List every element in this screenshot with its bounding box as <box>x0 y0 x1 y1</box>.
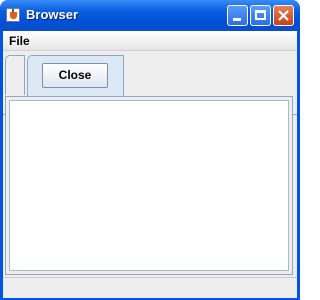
title-bar[interactable]: Browser <box>0 0 300 31</box>
tab-content-frame <box>5 96 293 275</box>
tab-blank[interactable] <box>5 55 25 95</box>
window-client: File Close <box>3 31 297 298</box>
browser-content-area[interactable] <box>9 100 289 271</box>
tab-strip: Close <box>3 51 297 115</box>
menu-bar: File <box>3 31 297 51</box>
maximize-button[interactable] <box>250 5 271 26</box>
status-bar <box>3 277 297 298</box>
browser-window: Browser File Close <box>0 0 300 300</box>
maximize-icon <box>255 10 266 20</box>
close-window-button[interactable] <box>273 5 294 26</box>
java-icon <box>6 8 20 22</box>
tab-active[interactable]: Close <box>27 55 124 96</box>
close-tab-button[interactable]: Close <box>42 63 108 88</box>
window-title: Browser <box>26 7 79 22</box>
close-icon <box>278 10 289 21</box>
minimize-icon <box>233 18 241 21</box>
minimize-button[interactable] <box>227 5 248 26</box>
menu-file[interactable]: File <box>9 34 30 48</box>
